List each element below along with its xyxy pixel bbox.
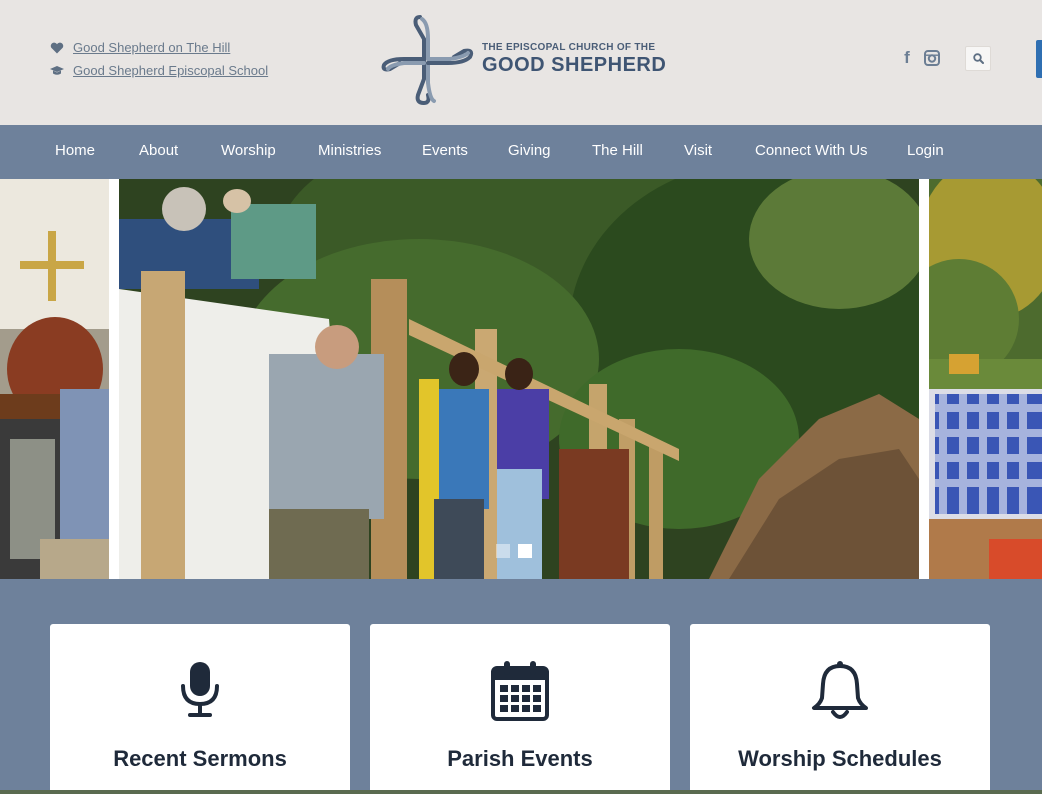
school-link-label: Good Shepherd Episcopal School xyxy=(73,63,269,78)
feature-cards-section: Recent Sermons Parish Events Worship Sch… xyxy=(0,579,1042,794)
calendar-icon xyxy=(491,661,549,721)
graduation-cap-icon xyxy=(50,65,64,75)
bell-icon xyxy=(812,661,868,719)
search-icon xyxy=(972,53,984,64)
hill-link-label: Good Shepherd on The Hill xyxy=(73,40,231,55)
recent-sermons-title: Recent Sermons xyxy=(113,746,287,771)
logo-line-2: GOOD SHEPHERD xyxy=(482,53,667,76)
school-link[interactable]: Good Shepherd Episcopal School xyxy=(50,63,268,78)
hill-link[interactable]: Good Shepherd on The Hill xyxy=(50,40,230,55)
nav-events[interactable]: Events xyxy=(422,125,468,179)
nav-login[interactable]: Login xyxy=(907,125,944,179)
site-header: Good Shepherd on The Hill Good Shepherd … xyxy=(0,0,1042,125)
logo-wordmark: THE EPISCOPAL CHURCH OF THE GOOD SHEPHER… xyxy=(482,42,666,77)
church-logo[interactable]: THE EPISCOPAL CHURCH OF THE GOOD SHEPHER… xyxy=(378,8,668,110)
page-bottom-edge xyxy=(0,790,1042,794)
hero-slider[interactable] xyxy=(0,179,1042,579)
side-tab[interactable] xyxy=(1036,40,1042,78)
cross-logo-icon xyxy=(381,15,474,106)
slider-dot-2[interactable] xyxy=(518,544,532,558)
nav-home[interactable]: Home xyxy=(55,125,95,179)
logo-line-1: THE EPISCOPAL CHURCH OF THE xyxy=(482,41,656,53)
search-button[interactable] xyxy=(965,46,991,71)
parish-events-title: Parish Events xyxy=(447,746,593,771)
slide-prev-image[interactable] xyxy=(0,179,109,579)
nav-the-hill[interactable]: The Hill xyxy=(592,125,643,179)
facebook-icon[interactable]: f xyxy=(897,48,917,68)
nav-about[interactable]: About xyxy=(139,125,178,179)
nav-connect[interactable]: Connect With Us xyxy=(755,125,868,179)
instagram-icon[interactable] xyxy=(922,48,942,68)
slide-next-image[interactable] xyxy=(929,179,1042,579)
nav-ministries[interactable]: Ministries xyxy=(318,125,381,179)
slider-pagination xyxy=(496,544,532,558)
worship-schedules-title: Worship Schedules xyxy=(738,746,942,771)
slider-dot-1[interactable] xyxy=(496,544,510,558)
worship-schedules-card[interactable]: Worship Schedules xyxy=(690,624,990,794)
parish-events-card[interactable]: Parish Events xyxy=(370,624,670,794)
nav-worship[interactable]: Worship xyxy=(221,125,276,179)
nav-giving[interactable]: Giving xyxy=(508,125,551,179)
recent-sermons-card[interactable]: Recent Sermons xyxy=(50,624,350,794)
microphone-icon xyxy=(181,662,219,717)
nav-visit[interactable]: Visit xyxy=(684,125,712,179)
slide-current-image[interactable] xyxy=(119,179,919,579)
main-nav: Home About Worship Ministries Events Giv… xyxy=(0,125,1042,179)
heart-icon xyxy=(50,42,64,53)
